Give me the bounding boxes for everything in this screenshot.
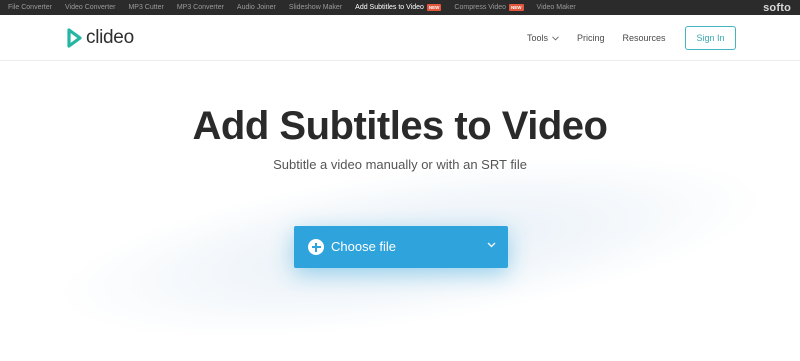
nav-tools-label: Tools bbox=[527, 33, 549, 43]
topbar-link-mp3-cutter[interactable]: MP3 Cutter bbox=[128, 4, 163, 11]
nav-tools[interactable]: Tools bbox=[527, 33, 559, 43]
softo-logo[interactable]: softo bbox=[763, 0, 791, 15]
topbar-link-video-maker[interactable]: Video Maker bbox=[537, 4, 576, 11]
sign-in-button[interactable]: Sign In bbox=[685, 26, 736, 50]
main-nav: Tools Pricing Resources bbox=[527, 33, 684, 43]
topbar-link-compress-video-label: Compress Video bbox=[454, 4, 507, 11]
clideo-logo[interactable]: clideo bbox=[66, 27, 134, 49]
topbar-link-slideshow-maker[interactable]: Slideshow Maker bbox=[289, 4, 342, 11]
topbar-link-add-subtitles[interactable]: Add Subtitles to Video NEW bbox=[355, 4, 442, 11]
hero-section: Add Subtitles to Video Subtitle a video … bbox=[0, 62, 800, 361]
choose-file-button[interactable]: Choose file bbox=[294, 226, 508, 268]
chevron-down-icon bbox=[552, 35, 559, 41]
softo-products-bar: File Converter Video Converter MP3 Cutte… bbox=[0, 0, 800, 15]
site-header: clideo Tools Pricing Resources Sign In bbox=[0, 15, 800, 61]
nav-pricing[interactable]: Pricing bbox=[577, 33, 605, 43]
nav-resources[interactable]: Resources bbox=[623, 33, 666, 43]
topbar-link-video-converter[interactable]: Video Converter bbox=[65, 4, 115, 11]
page-title: Add Subtitles to Video bbox=[192, 104, 608, 148]
logo-text: clideo bbox=[86, 27, 134, 48]
topbar-link-file-converter[interactable]: File Converter bbox=[8, 4, 52, 11]
new-badge: NEW bbox=[509, 4, 524, 11]
topbar-link-add-subtitles-label: Add Subtitles to Video bbox=[355, 4, 424, 11]
plus-icon bbox=[308, 239, 324, 255]
new-badge: NEW bbox=[426, 4, 442, 11]
topbar-link-audio-joiner[interactable]: Audio Joiner bbox=[237, 4, 276, 11]
play-icon bbox=[67, 28, 82, 48]
chevron-down-icon[interactable] bbox=[487, 242, 496, 248]
page-subtitle: Subtitle a video manually or with an SRT… bbox=[273, 157, 527, 172]
topbar-link-compress-video[interactable]: Compress Video NEW bbox=[454, 4, 524, 11]
choose-file-label: Choose file bbox=[331, 239, 397, 254]
topbar-link-mp3-converter[interactable]: MP3 Converter bbox=[177, 4, 224, 11]
